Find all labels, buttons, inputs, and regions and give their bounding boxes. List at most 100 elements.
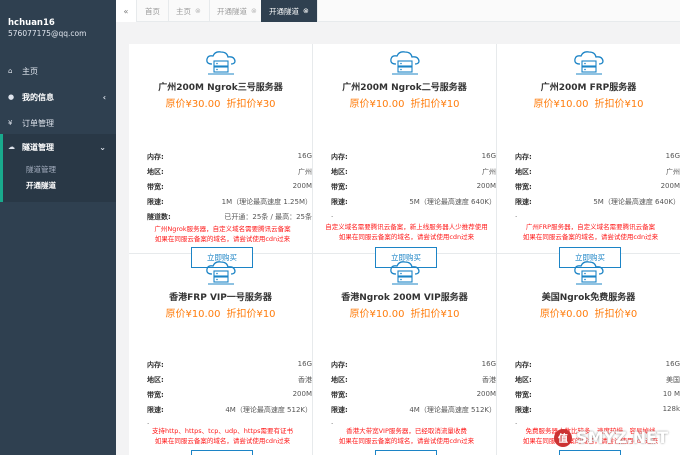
spec-value: 5M（理论最高速度 640K） (409, 198, 496, 206)
spec-bandwidth: 带宽: 200M (147, 182, 312, 194)
watermark: 值 SMYZ.NET (554, 428, 668, 447)
close-icon[interactable]: ⊗ (195, 7, 201, 15)
sidebar-item-orders[interactable]: ¥ 订单管理 (0, 110, 116, 136)
spec-key: 带宽: (147, 183, 164, 191)
discount-price: 折扣价¥10 (410, 99, 460, 110)
spec-value: 16G (297, 152, 312, 160)
spec-speed: 限速: 5M（理论最高速度 640K） (515, 197, 680, 209)
spec-key: 地区: (147, 376, 164, 384)
spec-value: 10 M (662, 390, 680, 398)
spec-key: 限速: (147, 406, 164, 414)
submenu-open-tunnel[interactable]: 开通隧道 (26, 180, 56, 191)
tab-open-tunnel-2[interactable]: 开通隧道 ⊗ (261, 0, 318, 22)
spec-value: 广州 (298, 168, 312, 176)
server-note: 自定义域名需要腾讯云备案，新上线服务器人少推荐使用 (325, 223, 488, 231)
separator-dot: . (331, 211, 334, 219)
close-icon[interactable]: ⊗ (251, 7, 257, 15)
close-icon[interactable]: ⊗ (303, 7, 309, 15)
tab-label: 开通隧道 (217, 6, 247, 16)
buy-now-button[interactable]: 立即购买 (375, 450, 437, 455)
spec-key: 限速: (515, 198, 532, 206)
server-card: 广州200M FRP服务器 原价¥10.00 折扣价¥10 内存: 16G 地区: 广… (497, 50, 680, 268)
tab-main[interactable]: 主页 ⊗ (168, 0, 210, 22)
spec-memory: 内存: 16G (515, 152, 680, 164)
submenu-tunnel-manage[interactable]: 隧道管理 (26, 164, 56, 175)
server-note: 如果在同服云备案的域名，请尝试使用cdn过来 (154, 235, 291, 243)
server-title: 广州200M Ngrok二号服务器 (342, 83, 467, 93)
server-title: 广州200M Ngrok三号服务器 (158, 83, 283, 93)
spec-region: 地区: 香港 (147, 375, 312, 387)
spec-value: 16G (481, 152, 496, 160)
discount-price: 折扣价¥10 (410, 309, 460, 320)
spec-region: 地区: 美国 (515, 375, 680, 387)
spec-value: 已开通：25条 / 最高：25条 (224, 213, 312, 221)
spec-value: 4M（理论最高速度 512K） (225, 406, 312, 414)
spec-key: 限速: (515, 406, 532, 414)
spec-value: 广州 (666, 168, 680, 176)
spec-key: 带宽: (147, 391, 164, 399)
user-profile: hchuan16 576077175@qq.com (0, 0, 116, 54)
sidebar-item-label: 隧道管理 (22, 142, 54, 152)
server-note: 广州FRP服务器，自定义域名需要腾讯云备案 (525, 223, 656, 231)
server-card: 广州200M Ngrok二号服务器 原价¥10.00 折扣价¥10 内存: 16G … (313, 50, 496, 268)
spec-speed: 限速: 5M（理论最高速度 640K） (331, 197, 496, 209)
spec-memory: 内存: 16G (331, 152, 496, 164)
server-note: 如果在同服云备案的域名，请尝试使用cdn过来 (522, 233, 659, 241)
spec-value: 4M（理论最高速度 512K） (409, 406, 496, 414)
tab-label: 主页 (176, 6, 191, 16)
sidebar-item-home[interactable]: ⌂ 主页 (0, 58, 116, 84)
spec-key: 地区: (515, 168, 532, 176)
sidebar: hchuan16 576077175@qq.com ⌂ 主页 ● 我的信息 ‹ … (0, 0, 116, 455)
spec-bandwidth: 带宽: 200M (147, 390, 312, 402)
spec-value: 16G (297, 360, 312, 368)
tab-open-tunnel-1[interactable]: 开通隧道 ⊗ (209, 0, 266, 22)
separator-dot: . (147, 418, 150, 426)
discount-price: 折扣价¥0 (594, 309, 638, 320)
spec-speed: 限速: 4M（理论最高速度 512K） (147, 405, 312, 417)
spec-value: 200M (660, 182, 680, 190)
spec-key: 内存: (515, 361, 532, 369)
sidebar-item-my-info[interactable]: ● 我的信息 ‹ (0, 84, 116, 110)
tab-scroll-left-button[interactable]: « (116, 0, 137, 22)
spec-memory: 内存: 16G (331, 360, 496, 372)
spec-key: 限速: (147, 198, 164, 206)
spec-value: 广州 (482, 168, 496, 176)
original-price: 原价¥30.00 (165, 99, 221, 110)
server-price: 原价¥30.00 折扣价¥30 (129, 95, 312, 110)
server-note: 如果在同服云备案的域名，请尝试使用cdn过来 (338, 437, 475, 445)
server-card: 广州200M Ngrok三号服务器 原价¥30.00 折扣价¥30 内存: 16G … (129, 50, 312, 268)
spec-bandwidth: 带宽: 200M (515, 182, 680, 194)
spec-value: 香港 (482, 376, 496, 384)
server-price: 原价¥0.00 折扣价¥0 (497, 305, 680, 320)
cloud-server-icon (206, 51, 236, 75)
spec-region: 地区: 广州 (515, 167, 680, 179)
spec-region: 地区: 广州 (147, 167, 312, 179)
spec-memory: 内存: 16G (515, 360, 680, 372)
tab-home[interactable]: 首页 (137, 0, 169, 22)
spec-key: 内存: (331, 153, 348, 161)
tab-bar: « 首页 主页 ⊗ 开通隧道 ⊗ 开通隧道 ⊗ (116, 0, 680, 22)
buy-now-button[interactable]: 立即购买 (559, 450, 621, 455)
cloud-server-icon (574, 261, 604, 285)
spec-key: 内存: (331, 361, 348, 369)
double-chevron-left-icon: « (123, 6, 129, 16)
spec-memory: 内存: 16G (147, 152, 312, 164)
spec-key: 地区: (147, 168, 164, 176)
cloud-server-icon (390, 51, 420, 75)
spec-speed: 限速: 128k (515, 405, 680, 417)
buy-now-button[interactable]: 立即购买 (191, 450, 253, 455)
spec-value: 200M (292, 182, 312, 190)
spec-key: 带宽: (331, 183, 348, 191)
spec-key: 内存: (147, 153, 164, 161)
user-name[interactable]: hchuan16 (8, 18, 116, 29)
sidebar-item-label: 我的信息 (22, 92, 54, 102)
server-price: 原价¥10.00 折扣价¥10 (313, 95, 496, 110)
sidebar-item-tunnels[interactable]: ☁ 隧道管理 ⌄ (0, 134, 116, 160)
yen-icon: ¥ (8, 119, 13, 127)
spec-key: 地区: (515, 376, 532, 384)
cloud-server-icon (390, 261, 420, 285)
spec-bandwidth: 带宽: 200M (331, 390, 496, 402)
server-note: 香港大带宽VIP服务器，已经取消流量收费 (346, 427, 467, 435)
cloud-icon: ☁ (8, 143, 15, 151)
spec-key: 内存: (147, 361, 164, 369)
